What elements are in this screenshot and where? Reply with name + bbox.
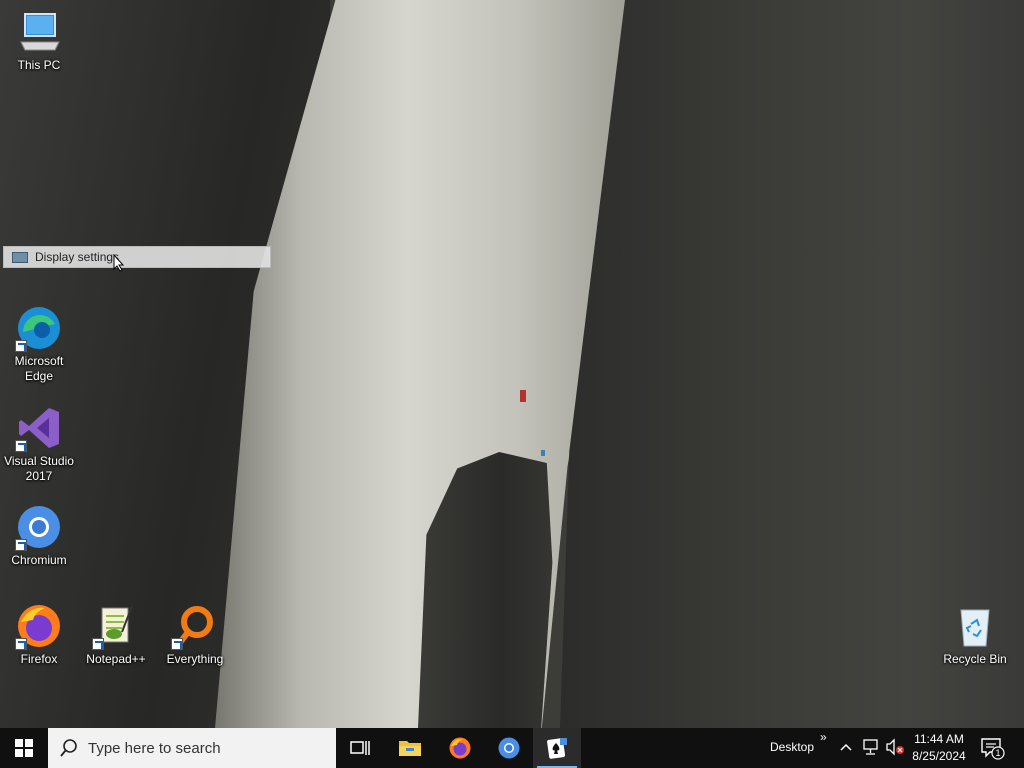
volume-muted-icon	[886, 738, 904, 756]
desktop-icon-label: Firefox	[20, 652, 58, 666]
chromium-icon	[498, 737, 520, 759]
mouse-cursor-icon	[113, 253, 125, 277]
task-view-button[interactable]	[336, 728, 384, 768]
taskbar-firefox-button[interactable]	[436, 728, 484, 768]
start-button[interactable]	[0, 728, 48, 768]
desktop-toolbar-label[interactable]: Desktop	[770, 740, 814, 754]
taskbar-clock[interactable]: 11:44 AM 8/25/2024	[908, 731, 970, 765]
desktop-icon-recycle-bin[interactable]: Recycle Bin	[937, 602, 1013, 667]
desktop-icon-chromium[interactable]: Chromium	[1, 503, 77, 568]
clock-time: 11:44 AM	[914, 732, 964, 746]
solitaire-icon	[547, 738, 567, 759]
desktop-icon-label: This PC	[17, 58, 61, 72]
search-placeholder: Type here to search	[88, 740, 221, 757]
windows-logo-icon	[15, 739, 33, 757]
taskbar: Type here to search Desktop » 11:44 AM 8…	[0, 728, 1024, 768]
taskbar-search-box[interactable]: Type here to search	[48, 728, 336, 768]
chromium-icon	[15, 503, 63, 551]
shortcut-arrow-icon	[171, 638, 183, 650]
network-icon	[863, 739, 878, 755]
desktop-icon-label: Microsoft Edge	[14, 354, 64, 383]
shortcut-arrow-icon	[15, 440, 27, 452]
desktop-icon-label: Notepad++	[86, 652, 146, 666]
notification-count-badge: 1	[995, 748, 1000, 758]
shortcut-arrow-icon	[15, 638, 27, 650]
task-view-icon	[350, 741, 370, 755]
display-icon	[12, 252, 28, 263]
network-button[interactable]	[862, 738, 880, 761]
desktop-toolbar-chevron[interactable]: »	[820, 730, 827, 744]
taskbar-chromium-button[interactable]	[485, 728, 533, 768]
display-settings-tooltip[interactable]: Display settings	[3, 246, 271, 268]
desktop-icon-notepadpp[interactable]: Notepad++	[78, 602, 154, 667]
computer-icon	[15, 8, 63, 56]
file-explorer-button[interactable]	[386, 728, 434, 768]
search-icon	[60, 739, 77, 757]
desktop-icon-visual-studio[interactable]: Visual Studio 2017	[1, 404, 77, 484]
firefox-icon	[15, 602, 63, 650]
desktop-icon-this-pc[interactable]: This PC	[1, 8, 77, 73]
firefox-icon	[449, 737, 471, 759]
action-center-button[interactable]: 1	[980, 736, 1006, 765]
visual-studio-icon	[15, 404, 63, 452]
desktop-icon-label: Chromium	[11, 553, 67, 567]
everything-icon	[171, 602, 219, 650]
notepadpp-icon	[92, 602, 140, 650]
desktop-icon-edge[interactable]: Microsoft Edge	[1, 304, 77, 384]
shortcut-arrow-icon	[15, 340, 27, 352]
desktop-icon-label: Everything	[166, 652, 224, 666]
edge-icon	[15, 304, 63, 352]
shortcut-arrow-icon	[15, 539, 27, 551]
tooltip-text: Display settings	[35, 250, 120, 264]
show-hidden-icons-button[interactable]	[839, 738, 853, 761]
desktop-icon-firefox[interactable]: Firefox	[1, 602, 77, 667]
shortcut-arrow-icon	[92, 638, 104, 650]
chevron-up-icon	[840, 743, 852, 751]
taskbar-solitaire-button[interactable]	[533, 728, 581, 768]
volume-button[interactable]	[885, 738, 905, 761]
recycle-bin-icon	[951, 602, 999, 650]
desktop-icon-label: Visual Studio 2017	[4, 454, 74, 483]
desktop-icon-label: Recycle Bin	[943, 652, 1007, 666]
file-explorer-icon	[399, 741, 421, 756]
desktop-icon-everything[interactable]: Everything	[157, 602, 233, 667]
notifications-icon: 1	[981, 738, 1005, 760]
clock-date: 8/25/2024	[912, 749, 966, 763]
